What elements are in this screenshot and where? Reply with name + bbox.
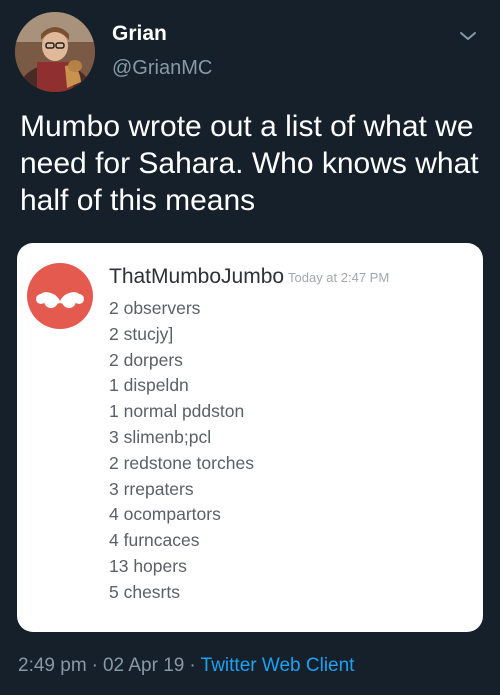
list-item: 3 slimenb;pcl	[109, 426, 212, 447]
display-name[interactable]: Grian	[112, 22, 167, 46]
tweet-time[interactable]: 2:49 pm	[18, 655, 87, 676]
chevron-down-icon[interactable]	[456, 24, 480, 48]
meta-separator: ·	[91, 655, 98, 676]
message-timestamp: Today at 2:47 PM	[288, 270, 390, 285]
list-item: 4 furncaces	[109, 530, 200, 551]
list-item: 3 rrepaters	[109, 478, 194, 499]
list-item: 2 observers	[109, 298, 201, 318]
tweet-meta: 2:49 pm · 02 Apr 19 · Twitter Web Client	[18, 655, 354, 677]
tweet-date[interactable]: 02 Apr 19	[103, 655, 184, 676]
avatar-circle	[27, 263, 93, 329]
profile-photo	[15, 12, 95, 92]
list-item: 1 normal pddston	[109, 401, 245, 422]
tweet-text: Mumbo wrote out a list of what we need f…	[20, 110, 479, 217]
client-link[interactable]: Twitter Web Client	[201, 655, 355, 676]
list-item: 5 chesrts	[109, 581, 180, 602]
profile-avatar[interactable]	[15, 12, 95, 92]
list-item: 13 hopers	[109, 555, 187, 576]
mustache-icon	[27, 263, 93, 329]
list-item: 2 redstone torches	[109, 452, 254, 473]
message-author: ThatMumboJumbo	[109, 265, 285, 288]
list-item: 2 stucjy]	[109, 323, 174, 344]
user-handle[interactable]: @GrianMC	[112, 57, 212, 80]
meta-separator: ·	[189, 655, 196, 676]
list-item: 1 dispeldn	[109, 375, 189, 396]
tweet: Grian @GrianMC Mumbo wrote out a list of…	[0, 0, 500, 695]
tweet-image[interactable]: ThatMumboJumbo Today at 2:47 PM 2 observ…	[17, 243, 483, 632]
list-item: 2 dorpers	[109, 349, 183, 370]
list-item: 4 ocompartors	[109, 504, 221, 525]
message-list: 2 observers 2 stucjy] 2 dorpers 1 dispel…	[109, 296, 254, 606]
